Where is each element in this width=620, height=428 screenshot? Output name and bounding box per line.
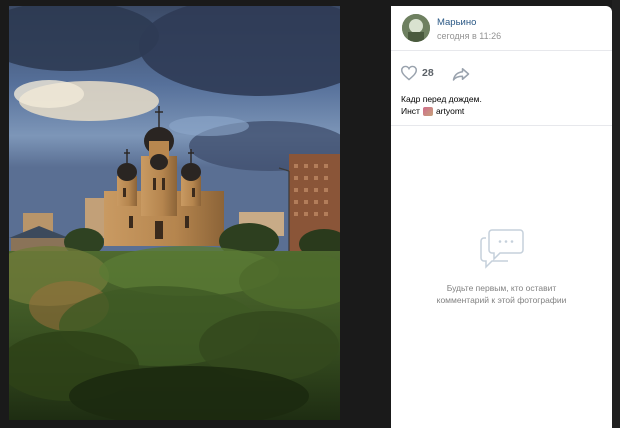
photo-viewer[interactable] xyxy=(9,6,340,420)
post-caption: Кадр перед дождем. Инст artyomt xyxy=(401,93,482,117)
empty-comments-text: Будьте первым, кто оставит комментарий к… xyxy=(391,282,612,306)
scrollbar-gutter xyxy=(612,0,620,428)
caption-handle: artyomt xyxy=(435,106,465,116)
heart-icon xyxy=(400,65,418,81)
caption-line: Инст artyomt xyxy=(401,105,482,117)
post-sidebar: Марьино сегодня в 11:26 28 Кадр перед до… xyxy=(391,6,612,428)
divider xyxy=(391,125,612,126)
post-date[interactable]: сегодня в 11:26 xyxy=(437,31,501,41)
post-header: Марьино сегодня в 11:26 xyxy=(391,6,612,51)
empty-comments-line: Будьте первым, кто оставит xyxy=(446,283,557,293)
avatar-image xyxy=(402,14,430,42)
empty-comments-illustration xyxy=(391,226,612,275)
share-icon xyxy=(452,68,470,81)
caption-line: Кадр перед дождем. xyxy=(401,94,482,104)
avatar[interactable] xyxy=(402,14,430,42)
camera-emoji-icon xyxy=(422,106,433,116)
like-button[interactable]: 28 xyxy=(400,65,434,81)
church-photo xyxy=(9,6,340,420)
caption-prefix: Инст xyxy=(401,106,420,116)
like-count: 28 xyxy=(422,67,434,79)
share-button[interactable] xyxy=(452,67,470,86)
comment-bubble-icon xyxy=(479,229,524,269)
author-name[interactable]: Марьино xyxy=(437,17,476,28)
empty-comments-line: комментарий к этой фотографии xyxy=(436,295,567,305)
